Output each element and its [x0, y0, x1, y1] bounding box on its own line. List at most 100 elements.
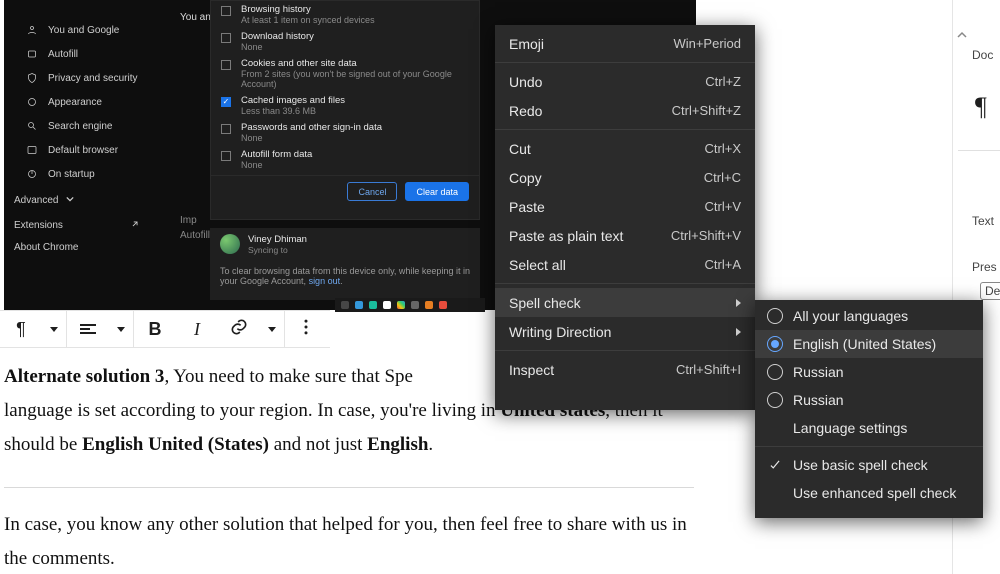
bold-icon: B: [149, 319, 162, 340]
rail-preset-value[interactable]: De: [980, 282, 1000, 300]
row-subtitle: None: [241, 160, 312, 170]
account-name: Viney Dhiman: [248, 234, 307, 245]
submenu-basic-spellcheck[interactable]: Use basic spell check: [755, 451, 983, 479]
paragraph-dropdown[interactable]: [42, 310, 66, 348]
more-options-button[interactable]: [285, 310, 327, 348]
person-icon: [26, 24, 38, 36]
sidebar-item-on-startup[interactable]: On startup: [4, 162, 154, 186]
clear-data-button[interactable]: Clear data: [405, 182, 469, 201]
sign-out-link[interactable]: sign out: [309, 276, 341, 286]
menu-separator: [495, 350, 755, 351]
row-title: Autofill form data: [241, 149, 312, 160]
avatar: [220, 234, 240, 254]
taskbar-icon[interactable]: [341, 301, 349, 309]
scroll-up-icon[interactable]: [957, 30, 967, 40]
taskbar-icon[interactable]: [369, 301, 377, 309]
row-title: Passwords and other sign-in data: [241, 122, 382, 133]
clear-data-row[interactable]: ✓Cached images and filesLess than 39.6 M…: [211, 92, 479, 119]
taskbar-icon[interactable]: [439, 301, 447, 309]
rail-separator: [958, 150, 1000, 151]
sidebar-extensions[interactable]: Extensions: [4, 214, 154, 236]
menu-redo[interactable]: Redo Ctrl+Shift+Z: [495, 96, 755, 125]
submenu-english-us[interactable]: English (United States): [755, 330, 983, 358]
rail-preset-label: Pres: [972, 260, 997, 274]
submenu-enhanced-spellcheck[interactable]: Use enhanced spell check: [755, 479, 983, 507]
chevron-down-icon: [117, 327, 125, 332]
taskbar-icon[interactable]: [397, 301, 405, 309]
taskbar-icons: [335, 298, 485, 312]
menu-cut[interactable]: Cut Ctrl+X: [495, 134, 755, 163]
menu-spell-check[interactable]: Spell check: [495, 288, 755, 317]
menu-undo[interactable]: Undo Ctrl+Z: [495, 67, 755, 96]
chrome-import-label: Imp: [180, 215, 197, 226]
clear-data-row[interactable]: Cookies and other site dataFrom 2 sites …: [211, 55, 479, 92]
pilcrow-icon: ¶: [975, 92, 987, 122]
sidebar-advanced[interactable]: Advanced: [4, 186, 154, 214]
align-button[interactable]: [67, 310, 109, 348]
chevron-right-icon: [736, 299, 741, 307]
checkbox[interactable]: [221, 124, 231, 134]
sign-out-disclaimer: To clear browsing data from this device …: [210, 260, 480, 300]
checkbox[interactable]: [221, 151, 231, 161]
row-title: Cached images and files: [241, 95, 345, 106]
submenu-all-languages[interactable]: All your languages: [755, 302, 983, 330]
italic-button[interactable]: I: [176, 310, 218, 348]
submenu-russian-2[interactable]: Russian: [755, 386, 983, 414]
checkbox[interactable]: [221, 6, 231, 16]
menu-writing-direction[interactable]: Writing Direction: [495, 317, 755, 346]
submenu-russian[interactable]: Russian: [755, 358, 983, 386]
checkbox[interactable]: [221, 60, 231, 70]
clear-data-row[interactable]: Download historyNone: [211, 28, 479, 55]
autofill-icon: [26, 48, 38, 60]
shield-icon: [26, 72, 38, 84]
clear-data-row[interactable]: Browsing historyAt least 1 item on synce…: [211, 1, 479, 28]
more-formatting-dropdown[interactable]: [260, 310, 284, 348]
link-icon: [229, 317, 249, 342]
sidebar-item-autofill[interactable]: Autofill: [4, 42, 154, 66]
taskbar-icon[interactable]: [355, 301, 363, 309]
checkbox[interactable]: ✓: [221, 97, 231, 107]
link-button[interactable]: [218, 310, 260, 348]
paragraph-format-button[interactable]: ¶: [0, 310, 42, 348]
taskbar-icon[interactable]: [411, 301, 419, 309]
row-subtitle: From 2 sites (you won't be signed out of…: [241, 69, 469, 89]
align-left-icon: [80, 322, 96, 336]
sidebar-about-chrome[interactable]: About Chrome: [4, 236, 154, 258]
taskbar-icon[interactable]: [425, 301, 433, 309]
checkbox[interactable]: [221, 33, 231, 43]
cancel-button[interactable]: Cancel: [347, 182, 397, 201]
menu-separator: [495, 283, 755, 284]
sidebar-item-appearance[interactable]: Appearance: [4, 90, 154, 114]
menu-paste-plain[interactable]: Paste as plain text Ctrl+Shift+V: [495, 221, 755, 250]
menu-paste[interactable]: Paste Ctrl+V: [495, 192, 755, 221]
sidebar-item-you-and-google[interactable]: You and Google: [4, 18, 154, 42]
clear-data-row[interactable]: Passwords and other sign-in dataNone: [211, 119, 479, 146]
menu-separator: [755, 446, 983, 447]
sidebar-item-default-browser[interactable]: Default browser: [4, 138, 154, 162]
row-subtitle: None: [241, 42, 314, 52]
submenu-language-settings[interactable]: Language settings: [755, 414, 983, 442]
menu-emoji[interactable]: Emoji Win+Period: [495, 29, 755, 58]
menu-separator: [495, 129, 755, 130]
bold-button[interactable]: B: [134, 310, 176, 348]
rail-doc-label: Doc: [972, 48, 993, 62]
external-link-icon: [130, 219, 140, 232]
align-dropdown[interactable]: [109, 310, 133, 348]
taskbar-icon[interactable]: [383, 301, 391, 309]
rail-text-label: Text: [972, 214, 994, 228]
row-title: Download history: [241, 31, 314, 42]
context-menu: Emoji Win+Period Undo Ctrl+Z Redo Ctrl+S…: [495, 25, 755, 410]
menu-select-all[interactable]: Select all Ctrl+A: [495, 250, 755, 279]
article-separator: [4, 487, 694, 488]
radio-icon: [767, 364, 783, 380]
menu-copy[interactable]: Copy Ctrl+C: [495, 163, 755, 192]
sidebar-item-search[interactable]: Search engine: [4, 114, 154, 138]
chevron-right-icon: [736, 328, 741, 336]
clear-data-row[interactable]: Autofill form dataNone: [211, 146, 479, 173]
article-paragraph: In case, you know any other solution tha…: [4, 508, 694, 574]
chevron-down-icon: [50, 327, 58, 332]
sidebar-item-privacy[interactable]: Privacy and security: [4, 66, 154, 90]
menu-inspect[interactable]: Inspect Ctrl+Shift+I: [495, 355, 755, 384]
row-title: Cookies and other site data: [241, 58, 469, 69]
kebab-icon: [296, 317, 316, 342]
